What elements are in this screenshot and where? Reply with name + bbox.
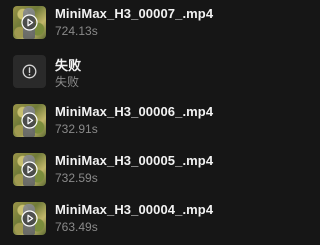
- file-name: MiniMax_H3_00005_.mp4: [55, 153, 214, 168]
- file-name: MiniMax_H3_00007_.mp4: [55, 6, 214, 21]
- generation-results-list: MiniMax_H3_00007_.mp4 724.13s 失败 失败 Mini…: [0, 0, 320, 245]
- duration: 763.49s: [55, 220, 98, 234]
- status-title: 失败: [55, 58, 82, 73]
- video-thumbnail[interactable]: [13, 202, 46, 235]
- video-thumbnail[interactable]: [13, 153, 46, 186]
- play-icon: [21, 14, 38, 31]
- video-thumbnail[interactable]: [13, 104, 46, 137]
- play-icon: [21, 112, 38, 129]
- duration: 724.13s: [55, 24, 98, 38]
- status-subtitle: 失败: [55, 75, 80, 89]
- list-item-video[interactable]: MiniMax_H3_00006_.mp4 732.91s: [0, 98, 320, 144]
- duration: 732.59s: [55, 171, 98, 185]
- video-thumbnail[interactable]: [13, 6, 46, 39]
- file-name: MiniMax_H3_00004_.mp4: [55, 202, 214, 217]
- list-item-failed[interactable]: 失败 失败: [0, 49, 320, 95]
- file-name: MiniMax_H3_00006_.mp4: [55, 104, 214, 119]
- alert-circle-icon: [22, 64, 37, 79]
- duration: 732.91s: [55, 122, 98, 136]
- list-item-video[interactable]: MiniMax_H3_00007_.mp4 724.13s: [0, 0, 320, 46]
- play-icon: [21, 210, 38, 227]
- list-item-video[interactable]: MiniMax_H3_00005_.mp4 732.59s: [0, 147, 320, 193]
- list-item-video[interactable]: MiniMax_H3_00004_.mp4 763.49s: [0, 196, 320, 242]
- play-icon: [21, 161, 38, 178]
- failure-icon-box: [13, 55, 46, 88]
